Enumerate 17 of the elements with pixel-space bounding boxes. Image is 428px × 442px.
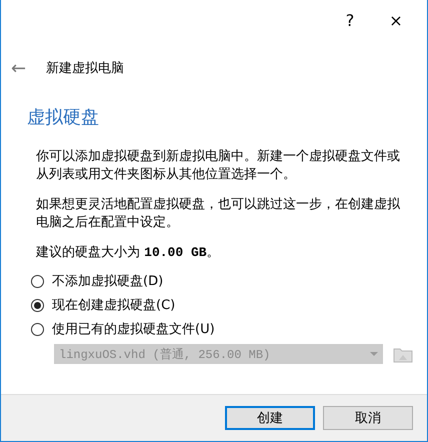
radio-button[interactable] [31,298,44,312]
radio-button[interactable] [31,274,44,288]
close-button[interactable]: × [373,10,419,30]
back-button[interactable]: ← [11,58,26,78]
wizard-title: 新建虚拟电脑 [46,60,124,77]
paragraph: 建议的硬盘大小为 10.00 GB。 [36,244,221,262]
cancel-button[interactable]: 取消 [323,406,413,430]
page-heading: 虚拟硬盘 [27,106,100,129]
create-button[interactable]: 创建 [225,406,315,430]
help-button[interactable]: ? [327,10,373,30]
option-label[interactable]: 现在创建虚拟硬盘(C) [52,296,176,314]
radio-button[interactable] [31,322,44,336]
paragraph: 如果想更灵活地配置虚拟硬盘，也可以跳过这一步，在创建虚拟电脑之后在配置中设定。 [36,196,401,232]
option-label[interactable]: 使用已有的虚拟硬盘文件(U) [52,320,215,338]
paragraph: 你可以添加虚拟硬盘到新虚拟电脑中。新建一个虚拟硬盘文件或从列表或用文件夹图标从其他位置选择一个。 [36,148,401,184]
option-label[interactable]: 不添加虚拟硬盘(D) [52,272,164,290]
caret-icon [370,352,378,356]
